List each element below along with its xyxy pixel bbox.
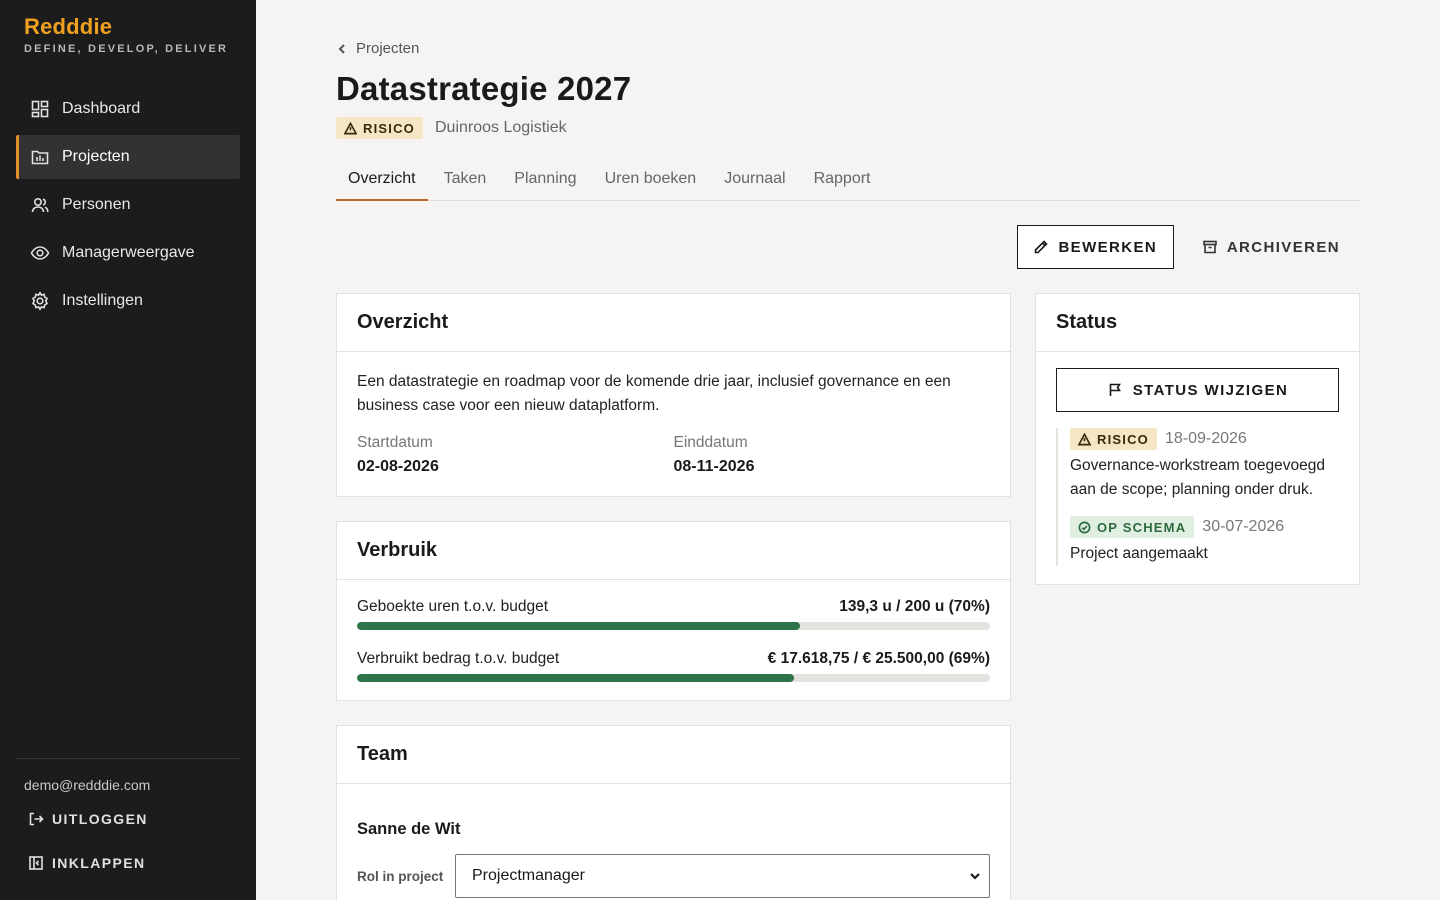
timeline-entry: OP SCHEMA 30-07-2026 Project aangemaakt	[1070, 516, 1339, 566]
project-description: Een datastrategie en roadmap voor de kom…	[357, 373, 951, 414]
overview-heading: Overzicht	[337, 294, 1010, 352]
sidebar: Redddie DEFINE, DEVELOP, DELIVER Dashboa…	[0, 0, 256, 900]
role-label: Rol in project	[357, 868, 444, 884]
archive-button[interactable]: ARCHIVEREN	[1174, 225, 1360, 269]
tab-uren-boeken[interactable]: Uren boeken	[593, 158, 709, 200]
collapse-label: INKLAPPEN	[52, 855, 146, 871]
gear-icon	[30, 291, 50, 311]
role-select-value: Projectmanager	[472, 867, 585, 884]
end-date: Einddatum 08-11-2026	[674, 434, 991, 476]
role-row: Rol in project Projectmanager	[337, 839, 1010, 898]
breadcrumb[interactable]: Projecten	[336, 40, 419, 57]
hours-progress-bar	[357, 622, 990, 630]
change-status-label: STATUS WIJZIGEN	[1132, 381, 1289, 399]
logout-icon	[29, 812, 44, 826]
sidebar-item-label: Projecten	[62, 148, 130, 165]
edit-button[interactable]: BEWERKEN	[1016, 225, 1174, 269]
user-email: demo@redddie.com	[24, 777, 151, 793]
tab-journaal[interactable]: Journaal	[712, 158, 797, 200]
usage-heading: Verbruik	[337, 522, 1010, 580]
sidebar-item-dashboard[interactable]: Dashboard	[16, 87, 240, 131]
warning-icon	[1078, 432, 1091, 445]
sidebar-nav: Dashboard Projecten Personen Managerweer…	[16, 87, 240, 327]
change-status-button[interactable]: STATUS WIJZIGEN	[1056, 368, 1339, 412]
hours-value: 139,3 u / 200 u (70%)	[839, 598, 990, 615]
start-date-value: 02-08-2026	[357, 458, 439, 475]
status-badge-label: RISICO	[363, 120, 415, 136]
brand: Redddie DEFINE, DEVELOP, DELIVER	[24, 14, 228, 55]
end-date-value: 08-11-2026	[673, 458, 755, 475]
archive-icon	[1203, 240, 1217, 254]
people-icon	[30, 195, 50, 215]
logout-button[interactable]: UITLOGGEN	[28, 808, 240, 830]
sidebar-item-label: Personen	[62, 196, 131, 213]
sidebar-item-label: Instellingen	[62, 292, 143, 309]
timeline-badge-label: RISICO	[1097, 431, 1149, 447]
start-date: Startdatum 02-08-2026	[357, 434, 674, 476]
amount-progress-bar	[357, 674, 990, 682]
collapse-button[interactable]: INKLAPPEN	[28, 852, 240, 874]
timeline-date: 30-07-2026	[1202, 518, 1285, 535]
status-timeline: RISICO 18-09-2026 Governance-workstream …	[1056, 428, 1339, 566]
archive-label: ARCHIVEREN	[1226, 238, 1340, 256]
tab-planning[interactable]: Planning	[502, 158, 588, 200]
sidebar-item-projecten[interactable]: Projecten	[16, 135, 240, 179]
check-circle-icon	[1078, 521, 1091, 533]
client-name: Duinroos Logistiek	[434, 119, 567, 136]
team-member-name: Sanne de Wit	[357, 820, 461, 838]
timeline-entry: RISICO 18-09-2026 Governance-workstream …	[1070, 428, 1339, 502]
overview-card: Overzicht Een datastrategie en roadmap v…	[336, 293, 1011, 497]
hours-usage: Geboekte uren t.o.v. budget 139,3 u / 20…	[337, 580, 1010, 630]
timeline-badge-label: OP SCHEMA	[1097, 519, 1187, 535]
sidebar-item-managerweergave[interactable]: Managerweergave	[16, 231, 240, 275]
amount-usage: Verbruikt bedrag t.o.v. budget € 17.618,…	[337, 630, 1010, 682]
pencil-icon	[1035, 240, 1049, 254]
team-card: Team Sanne de Wit Rol in project Project…	[336, 725, 1011, 900]
project-tabs: Overzicht Taken Planning Uren boeken Jou…	[336, 158, 1360, 201]
sidebar-footer: demo@redddie.com UITLOGGEN INKLAPPEN	[16, 758, 240, 874]
end-date-label: Einddatum	[673, 434, 748, 451]
tab-taken[interactable]: Taken	[432, 158, 499, 200]
flag-icon	[1109, 383, 1121, 396]
timeline-text: Governance-workstream toegevoegd aan de …	[1070, 457, 1326, 498]
sidebar-item-label: Managerweergave	[62, 244, 195, 261]
timeline-text: Project aangemaakt	[1070, 545, 1208, 562]
tab-overzicht[interactable]: Overzicht	[336, 158, 428, 201]
edit-label: BEWERKEN	[1058, 238, 1158, 256]
amount-progress-fill	[357, 674, 794, 682]
timeline-badge: OP SCHEMA	[1070, 516, 1195, 538]
status-badge: RISICO	[336, 117, 423, 139]
dashboard-icon	[30, 99, 50, 119]
sidebar-item-label: Dashboard	[62, 100, 141, 117]
logout-label: UITLOGGEN	[52, 811, 148, 827]
page-actions: BEWERKEN ARCHIVEREN	[1016, 225, 1360, 269]
app-tagline: DEFINE, DEVELOP, DELIVER	[24, 43, 229, 55]
amount-value: € 17.618,75 / € 25.500,00 (69%)	[767, 650, 990, 667]
warning-icon	[344, 121, 357, 134]
usage-card: Verbruik Geboekte uren t.o.v. budget 139…	[336, 521, 1011, 701]
projects-icon	[30, 147, 50, 167]
project-meta: RISICO Duinroos Logistiek	[336, 117, 567, 139]
app-logo[interactable]: Redddie	[24, 14, 228, 40]
chevron-left-icon	[338, 43, 345, 54]
status-heading: Status	[1036, 294, 1359, 352]
chevron-down-icon	[970, 873, 980, 880]
hours-progress-fill	[357, 622, 801, 630]
tab-rapport[interactable]: Rapport	[802, 158, 883, 200]
timeline-date: 18-09-2026	[1164, 430, 1247, 447]
breadcrumb-link[interactable]: Projecten	[356, 40, 419, 57]
collapse-sidebar-icon	[29, 856, 43, 870]
start-date-label: Startdatum	[357, 434, 433, 451]
timeline-badge: RISICO	[1070, 428, 1157, 450]
eye-icon	[30, 243, 50, 263]
role-select[interactable]: Projectmanager	[455, 854, 990, 898]
sidebar-item-personen[interactable]: Personen	[16, 183, 240, 227]
project-dates: Startdatum 02-08-2026 Einddatum 08-11-20…	[337, 418, 1010, 476]
sidebar-item-instellingen[interactable]: Instellingen	[16, 279, 240, 323]
hours-label: Geboekte uren t.o.v. budget	[357, 598, 549, 615]
team-heading: Team	[337, 726, 1010, 784]
page-title: Datastrategie 2027	[336, 70, 632, 107]
amount-label: Verbruikt bedrag t.o.v. budget	[357, 650, 560, 667]
status-card: Status STATUS WIJZIGEN RISICO 18-09-2026…	[1035, 293, 1360, 585]
